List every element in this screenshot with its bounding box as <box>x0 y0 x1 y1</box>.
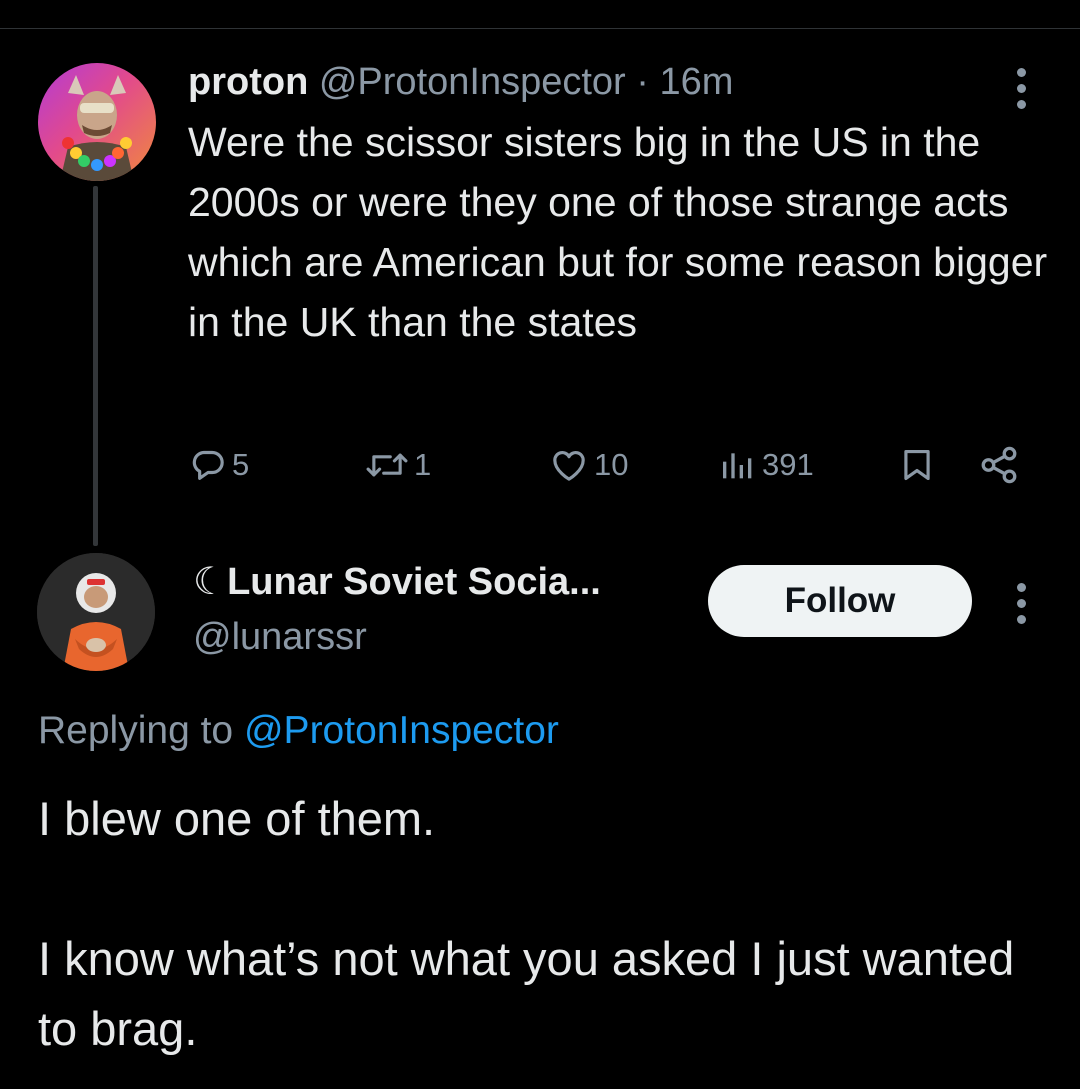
reply-display-name[interactable]: ☾Lunar Soviet Socia... <box>193 556 601 608</box>
bookmark-action[interactable] <box>898 440 936 490</box>
reply-icon <box>192 450 224 480</box>
action-bar: 5 1 10 391 <box>0 440 1080 490</box>
thread-connector <box>93 186 98 546</box>
reply-paragraph: I know what’s not what you asked I just … <box>38 932 1015 1055</box>
reply-tweet-text: I blew one of them. I know what’s not wh… <box>38 784 1048 1064</box>
like-action[interactable]: 10 <box>548 440 628 490</box>
repost-action[interactable]: 1 <box>364 440 431 490</box>
more-icon[interactable] <box>1015 68 1027 109</box>
avatar-proton[interactable] <box>38 63 156 181</box>
follow-button[interactable]: Follow <box>708 565 972 637</box>
parent-header: proton @ProtonInspector · 16m <box>188 56 733 108</box>
replying-prefix: Replying to <box>38 709 234 752</box>
parent-timestamp[interactable]: 16m <box>659 61 733 103</box>
reply-count: 5 <box>232 447 250 482</box>
replying-to-mention[interactable]: @ProtonInspector <box>244 709 559 752</box>
parent-tweet-text: Were the scissor sisters big in the US i… <box>188 119 1048 345</box>
repost-count: 1 <box>414 447 432 482</box>
parent-handle[interactable]: @ProtonInspector <box>319 61 626 103</box>
header-separator: · <box>636 61 649 103</box>
like-count: 10 <box>594 447 629 482</box>
share-action[interactable] <box>978 440 1020 490</box>
more-icon[interactable] <box>1015 583 1027 624</box>
replying-to-line: Replying to @ProtonInspector <box>38 703 559 759</box>
repost-icon <box>366 453 408 477</box>
avatar-lunar[interactable] <box>37 553 155 671</box>
reply-paragraph: I blew one of them. <box>38 792 436 845</box>
views-icon <box>723 453 752 479</box>
reply-handle[interactable]: @lunarssr <box>193 612 367 662</box>
views-action[interactable]: 391 <box>718 440 814 490</box>
bookmark-icon <box>904 449 930 481</box>
parent-display-name[interactable]: proton <box>188 61 308 103</box>
top-divider <box>0 28 1080 29</box>
reply-action[interactable]: 5 <box>188 440 249 490</box>
views-count: 391 <box>762 447 814 482</box>
share-icon <box>981 446 1017 484</box>
like-icon <box>553 451 585 481</box>
